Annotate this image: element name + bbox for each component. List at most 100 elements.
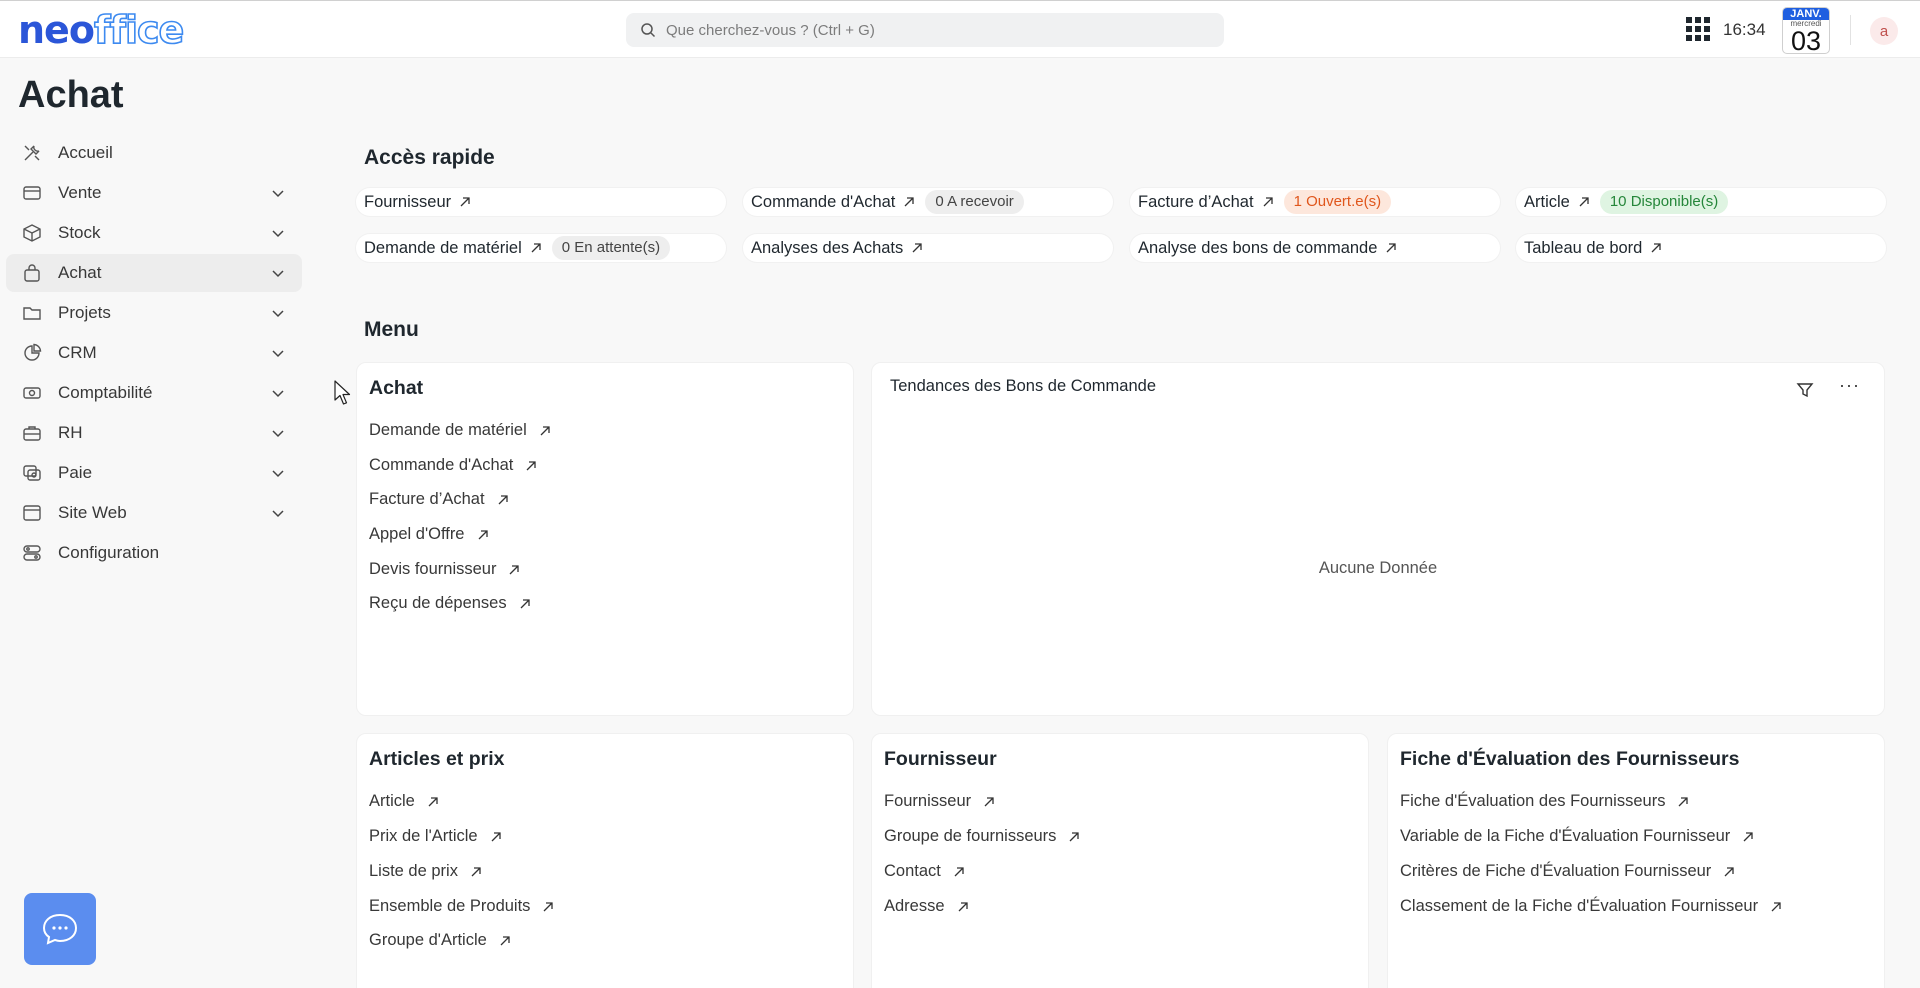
quick-access-label: Commande d'Achat [751,192,896,211]
search-input[interactable] [666,21,1206,39]
arrow-up-right-icon [491,831,501,841]
chevron-down-icon[interactable] [270,265,286,281]
menu-link[interactable]: Prix de l'Article [369,827,502,846]
menu-link[interactable]: Article [369,792,439,811]
menu-link-label: Ensemble de Produits [369,897,531,915]
sidebar-item-accueil[interactable]: Accueil [6,134,302,172]
menu-link[interactable]: Fournisseur [884,792,995,811]
menu-link[interactable]: Facture d’Achat [369,490,509,509]
sidebar-item-crm[interactable]: CRM [6,334,302,372]
arrow-up-right-icon [510,564,520,574]
bag-icon [22,263,42,283]
sidebar-item-site-web[interactable]: Site Web [6,494,302,532]
app-logo[interactable]: neo ffice [18,7,185,53]
quick-access-demande-materiel[interactable]: Demande de matériel 0 En attente(s) [356,234,726,262]
chat-button[interactable] [24,893,96,965]
quick-access-fournisseur[interactable]: Fournisseur [356,188,726,216]
search-icon [641,23,656,38]
quick-access-commande-achat[interactable]: Commande d'Achat 0 A recevoir [743,188,1113,216]
quick-access-facture-achat[interactable]: Facture d’Achat 1 Ouvert.e(s) [1130,188,1500,216]
menu-link[interactable]: Commande d'Achat [369,456,537,475]
menu-link-label: Adresse [884,897,945,915]
menu-link-label: Appel d'Offre [369,525,465,543]
sidebar-item-vente[interactable]: Vente [6,174,302,212]
sidebar-item-label: Stock [58,223,101,242]
sidebar-item-stock[interactable]: Stock [6,214,302,252]
chevron-down-icon[interactable] [270,185,286,201]
quick-access-label: Article [1524,192,1570,211]
purchase-order-trends-chart: Tendances des Bons de Commande ··· Aucun… [871,362,1885,716]
chevron-down-icon[interactable] [270,425,286,441]
menu-link[interactable]: Fiche d'Évaluation des Fournisseurs [1400,792,1689,811]
arrow-up-right-icon [471,866,481,876]
quick-access-label: Tableau de bord [1524,238,1643,257]
arrow-up-right-icon [478,529,488,539]
sidebar-item-achat[interactable]: Achat [6,254,302,292]
menu-link[interactable]: Devis fournisseur [369,560,520,579]
arrow-up-right-icon [498,494,508,504]
search-bar[interactable] [626,13,1224,47]
chevron-down-icon[interactable] [270,345,286,361]
sidebar-item-label: Comptabilité [58,383,153,402]
navbar-divider [1850,15,1851,45]
arrow-up-right-icon [954,866,964,876]
chevron-down-icon[interactable] [270,305,286,321]
coins-icon [22,463,42,483]
achat-menu-card: Achat Demande de matériel Commande d'Ach… [356,362,854,716]
chevron-down-icon[interactable] [270,385,286,401]
menu-title: Menu [364,318,419,341]
menu-link[interactable]: Contact [884,862,965,881]
menu-link[interactable]: Appel d'Offre [369,525,489,544]
menu-link[interactable]: Liste de prix [369,862,482,881]
chevron-down-icon[interactable] [270,505,286,521]
sidebar-item-rh[interactable]: RH [6,414,302,452]
arrow-up-right-icon [520,598,530,608]
menu-link-label: Contact [884,862,941,880]
chevron-down-icon[interactable] [270,225,286,241]
menu-link[interactable]: Classement de la Fiche d'Évaluation Four… [1400,897,1782,916]
sidebar-item-label: RH [58,423,83,442]
quick-access-analyses-achats[interactable]: Analyses des Achats [743,234,1113,262]
menu-link-label: Article [369,792,415,810]
page-title: Achat [18,74,124,116]
tools-icon [22,143,42,163]
sidebar-item-configuration[interactable]: Configuration [6,534,302,572]
menu-link[interactable]: Demande de matériel [369,421,551,440]
menu-link[interactable]: Reçu de dépenses [369,594,531,613]
quick-access-label: Analyses des Achats [751,238,904,257]
sidebar-item-label: Accueil [58,143,113,162]
arrow-up-right-icon [540,425,550,435]
card-title: Achat [369,377,424,399]
quick-access-analyse-bons-commande[interactable]: Analyse des bons de commande [1130,234,1500,262]
filter-icon[interactable] [1796,381,1814,399]
more-options-icon[interactable]: ··· [1839,375,1860,396]
menu-link[interactable]: Groupe d'Article [369,931,511,950]
menu-link-label: Reçu de dépenses [369,594,507,612]
chevron-down-icon[interactable] [270,465,286,481]
chat-bubble-icon [42,913,78,945]
sidebar-item-comptabilite[interactable]: Comptabilité [6,374,302,412]
menu-link[interactable]: Ensemble de Produits [369,897,554,916]
empty-state-text: Aucune Donnée [1318,559,1438,577]
arrow-up-right-icon [1386,243,1397,253]
status-badge: 1 Ouvert.e(s) [1283,190,1392,214]
calendar-widget[interactable]: JANV. mercredi 03 [1782,7,1830,54]
menu-link[interactable]: Variable de la Fiche d'Évaluation Fourni… [1400,827,1754,846]
arrow-up-right-icon [1771,901,1781,911]
arrow-up-right-icon [1743,831,1753,841]
quick-access-label: Demande de matériel [364,238,522,257]
apps-grid-icon[interactable] [1686,17,1710,41]
menu-link[interactable]: Adresse [884,897,969,916]
card-title: Fournisseur [884,748,997,770]
quick-access-tableau-de-bord[interactable]: Tableau de bord [1516,234,1886,262]
user-avatar[interactable]: a [1870,17,1898,45]
arrow-up-right-icon [500,935,510,945]
menu-link[interactable]: Critères de Fiche d'Évaluation Fournisse… [1400,862,1735,881]
menu-link-label: Commande d'Achat [369,456,514,474]
menu-link[interactable]: Groupe de fournisseurs [884,827,1080,846]
mouse-cursor-icon [334,380,351,405]
quick-access-label: Facture d’Achat [1138,192,1254,211]
quick-access-article[interactable]: Article 10 Disponible(s) [1516,188,1886,216]
sidebar-item-paie[interactable]: Paie [6,454,302,492]
sidebar-item-projets[interactable]: Projets [6,294,302,332]
